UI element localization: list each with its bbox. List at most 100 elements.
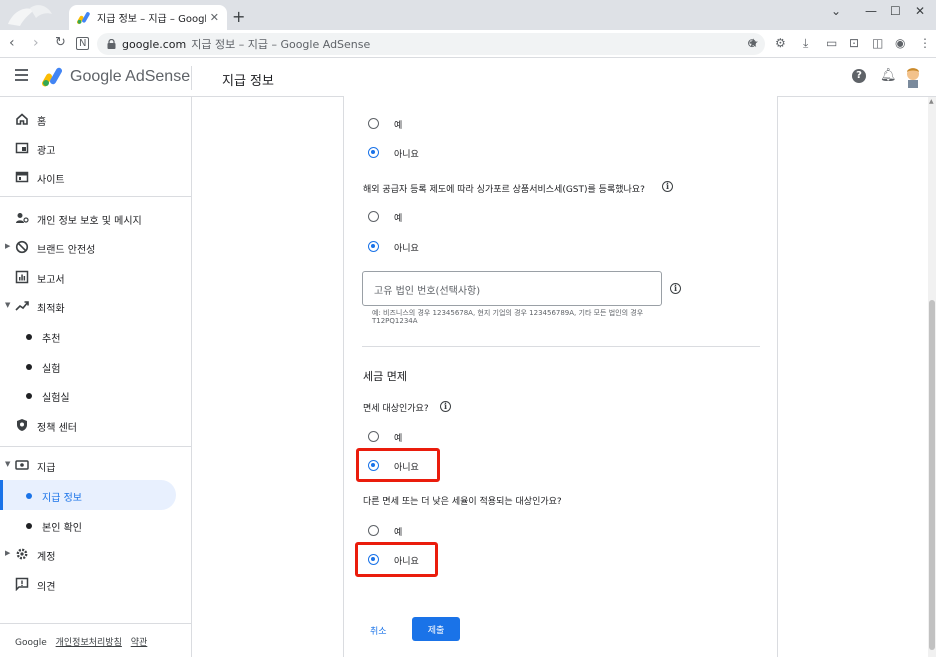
trending-icon xyxy=(15,301,29,311)
back-icon[interactable]: ‹ xyxy=(9,35,15,51)
bullet-icon xyxy=(26,334,32,340)
reader-icon[interactable]: N xyxy=(76,37,90,50)
bullet-icon xyxy=(26,493,32,499)
url-host: google.com xyxy=(122,37,187,51)
close-tab-icon[interactable]: ✕ xyxy=(210,11,219,24)
scroll-up-icon[interactable]: ▲ xyxy=(929,98,934,105)
forward-icon[interactable]: › xyxy=(33,35,39,51)
sidebar-item-payments[interactable]: ▼ 지급 xyxy=(0,450,192,480)
caret-down-icon: ▼ xyxy=(5,460,11,468)
q1-no-label: 아니요 xyxy=(394,244,419,254)
active-indicator xyxy=(0,480,3,510)
sidebar: 홈 광고 사이트 개인 정보 보호 및 메시지 ▶ 브랜드 안전성 보고서 ▼ … xyxy=(0,97,192,657)
privacy-policy-link[interactable]: 개인정보처리방침 xyxy=(56,638,122,648)
sidebar-item-optimization[interactable]: ▼ 최적화 xyxy=(0,291,192,321)
new-tab-icon[interactable]: + xyxy=(232,7,245,26)
submit-button[interactable]: 제출 xyxy=(412,617,460,641)
sidebar-item-label: 본인 확인 xyxy=(42,523,82,534)
browser-tabstrip: 지급 정보 – 지급 – Google AdSense ✕ + ⌄ — ☐ ✕ xyxy=(0,0,936,30)
uen-hint: 예: 비즈니스의 경우 12345678A, 현지 기업의 경우 1234567… xyxy=(372,309,644,325)
adsense-favicon xyxy=(77,11,91,25)
bullet-icon xyxy=(26,393,32,399)
sidebar-item-privacy[interactable]: 개인 정보 보호 및 메시지 xyxy=(0,203,192,233)
q3-question: 다른 면세 또는 더 낮은 세율이 적용되는 대상인가요? xyxy=(363,497,562,507)
sidebar-item-ads[interactable]: 광고 xyxy=(0,133,192,163)
sidebar-item-sites[interactable]: 사이트 xyxy=(0,162,192,192)
q2-radio-no[interactable] xyxy=(368,460,379,471)
terms-link[interactable]: 약관 xyxy=(131,638,148,648)
payments-icon xyxy=(15,460,29,470)
sidebar-item-reports[interactable]: 보고서 xyxy=(0,262,192,292)
q2-radio-yes[interactable] xyxy=(368,431,379,442)
q3-radio-yes[interactable] xyxy=(368,525,379,536)
q0-radio-no[interactable] xyxy=(368,147,379,158)
sidebar-item-payment-info[interactable]: 지급 정보 xyxy=(0,480,176,510)
sidebar-item-label: 홈 xyxy=(37,117,47,128)
bird-theme-decoration xyxy=(8,5,52,27)
maximize-icon[interactable]: ☐ xyxy=(890,4,901,18)
shield-icon xyxy=(17,419,27,431)
avatar[interactable] xyxy=(903,66,923,88)
sidebar-item-feedback[interactable]: 의견 xyxy=(0,569,192,599)
q0-radio-yes[interactable] xyxy=(368,118,379,129)
q0-yes-label: 예 xyxy=(394,121,403,131)
info-icon[interactable]: i xyxy=(440,401,451,412)
screenshot-icon[interactable]: ⊡ xyxy=(849,36,859,50)
q2-question: 면세 대상인가요? xyxy=(363,404,429,414)
app-header: Google AdSense 지급 정보 ? 🔔︎ xyxy=(0,58,936,97)
cancel-button[interactable]: 취소 xyxy=(366,620,391,641)
sidebar-item-home[interactable]: 홈 xyxy=(0,104,192,134)
adsense-logo-icon xyxy=(42,67,62,87)
tax-exemption-title: 세금 면제 xyxy=(363,370,407,383)
reload-icon[interactable]: ↻ xyxy=(55,35,66,50)
sidebar-item-label: 사이트 xyxy=(37,175,65,186)
bullet-icon xyxy=(26,364,32,370)
sidepanel-icon[interactable]: ◫ xyxy=(872,36,883,50)
sidebar-item-label: 실험 xyxy=(42,364,61,375)
scrollbar-thumb[interactable] xyxy=(929,300,935,650)
sidebar-item-brand-safety[interactable]: ▶ 브랜드 안전성 xyxy=(0,232,192,262)
tab-search-icon[interactable]: ⌄ xyxy=(831,4,841,18)
cast-icon[interactable]: ▭ xyxy=(826,36,837,50)
sidebar-item-experiments[interactable]: 실험 xyxy=(0,351,192,381)
q1-radio-yes[interactable] xyxy=(368,211,379,222)
address-bar[interactable]: google.com 지급 정보 – 지급 – Google AdSense ⊕ xyxy=(97,33,765,55)
privacy-icon xyxy=(16,213,29,223)
bookmark-star-icon[interactable]: ★ xyxy=(748,36,759,50)
notifications-bell-icon[interactable]: 🔔︎ xyxy=(880,68,897,83)
uen-input[interactable]: 고유 법인 번호(선택사항) xyxy=(362,271,662,306)
bullet-icon xyxy=(26,523,32,529)
menu-icon[interactable] xyxy=(15,69,28,81)
report-icon xyxy=(15,270,29,284)
info-icon[interactable]: i xyxy=(670,283,681,294)
brand-name: Google AdSense xyxy=(70,68,191,85)
sidebar-item-policy-center[interactable]: 정책 센터 xyxy=(0,410,192,440)
minimize-icon[interactable]: — xyxy=(865,4,877,18)
profile-icon[interactable]: ◉ xyxy=(895,36,905,50)
sites-icon xyxy=(15,171,29,183)
sidebar-item-label: 지급 xyxy=(37,463,56,474)
download-icon[interactable]: ⤓ xyxy=(803,36,808,51)
sidebar-item-verification[interactable]: 본인 확인 xyxy=(0,510,192,540)
browser-tab-active[interactable]: 지급 정보 – 지급 – Google AdSense ✕ xyxy=(69,5,227,30)
caret-right-icon: ▶ xyxy=(5,549,11,557)
q3-radio-no[interactable] xyxy=(368,554,379,565)
sidebar-item-recommendations[interactable]: 추천 xyxy=(0,321,192,351)
extension-icon[interactable]: ⚙ xyxy=(775,36,786,50)
sidebar-item-label: 광고 xyxy=(37,146,56,157)
close-window-icon[interactable]: ✕ xyxy=(915,4,925,18)
sidebar-divider xyxy=(0,623,191,624)
help-icon[interactable]: ? xyxy=(852,69,866,83)
q3-yes-label: 예 xyxy=(394,528,403,538)
sidebar-item-label: 브랜드 안전성 xyxy=(37,245,96,256)
sidebar-item-labs[interactable]: 실험실 xyxy=(0,380,192,410)
q1-radio-no[interactable] xyxy=(368,241,379,252)
q1-yes-label: 예 xyxy=(394,214,403,224)
info-icon[interactable]: i xyxy=(662,181,673,192)
sidebar-item-label: 계정 xyxy=(37,552,56,563)
ads-icon xyxy=(15,142,29,154)
gear-icon xyxy=(16,548,28,560)
menu-dots-icon[interactable]: ⋮ xyxy=(919,36,931,50)
sidebar-item-account[interactable]: ▶ 계정 xyxy=(0,539,192,569)
feedback-icon xyxy=(15,577,29,591)
